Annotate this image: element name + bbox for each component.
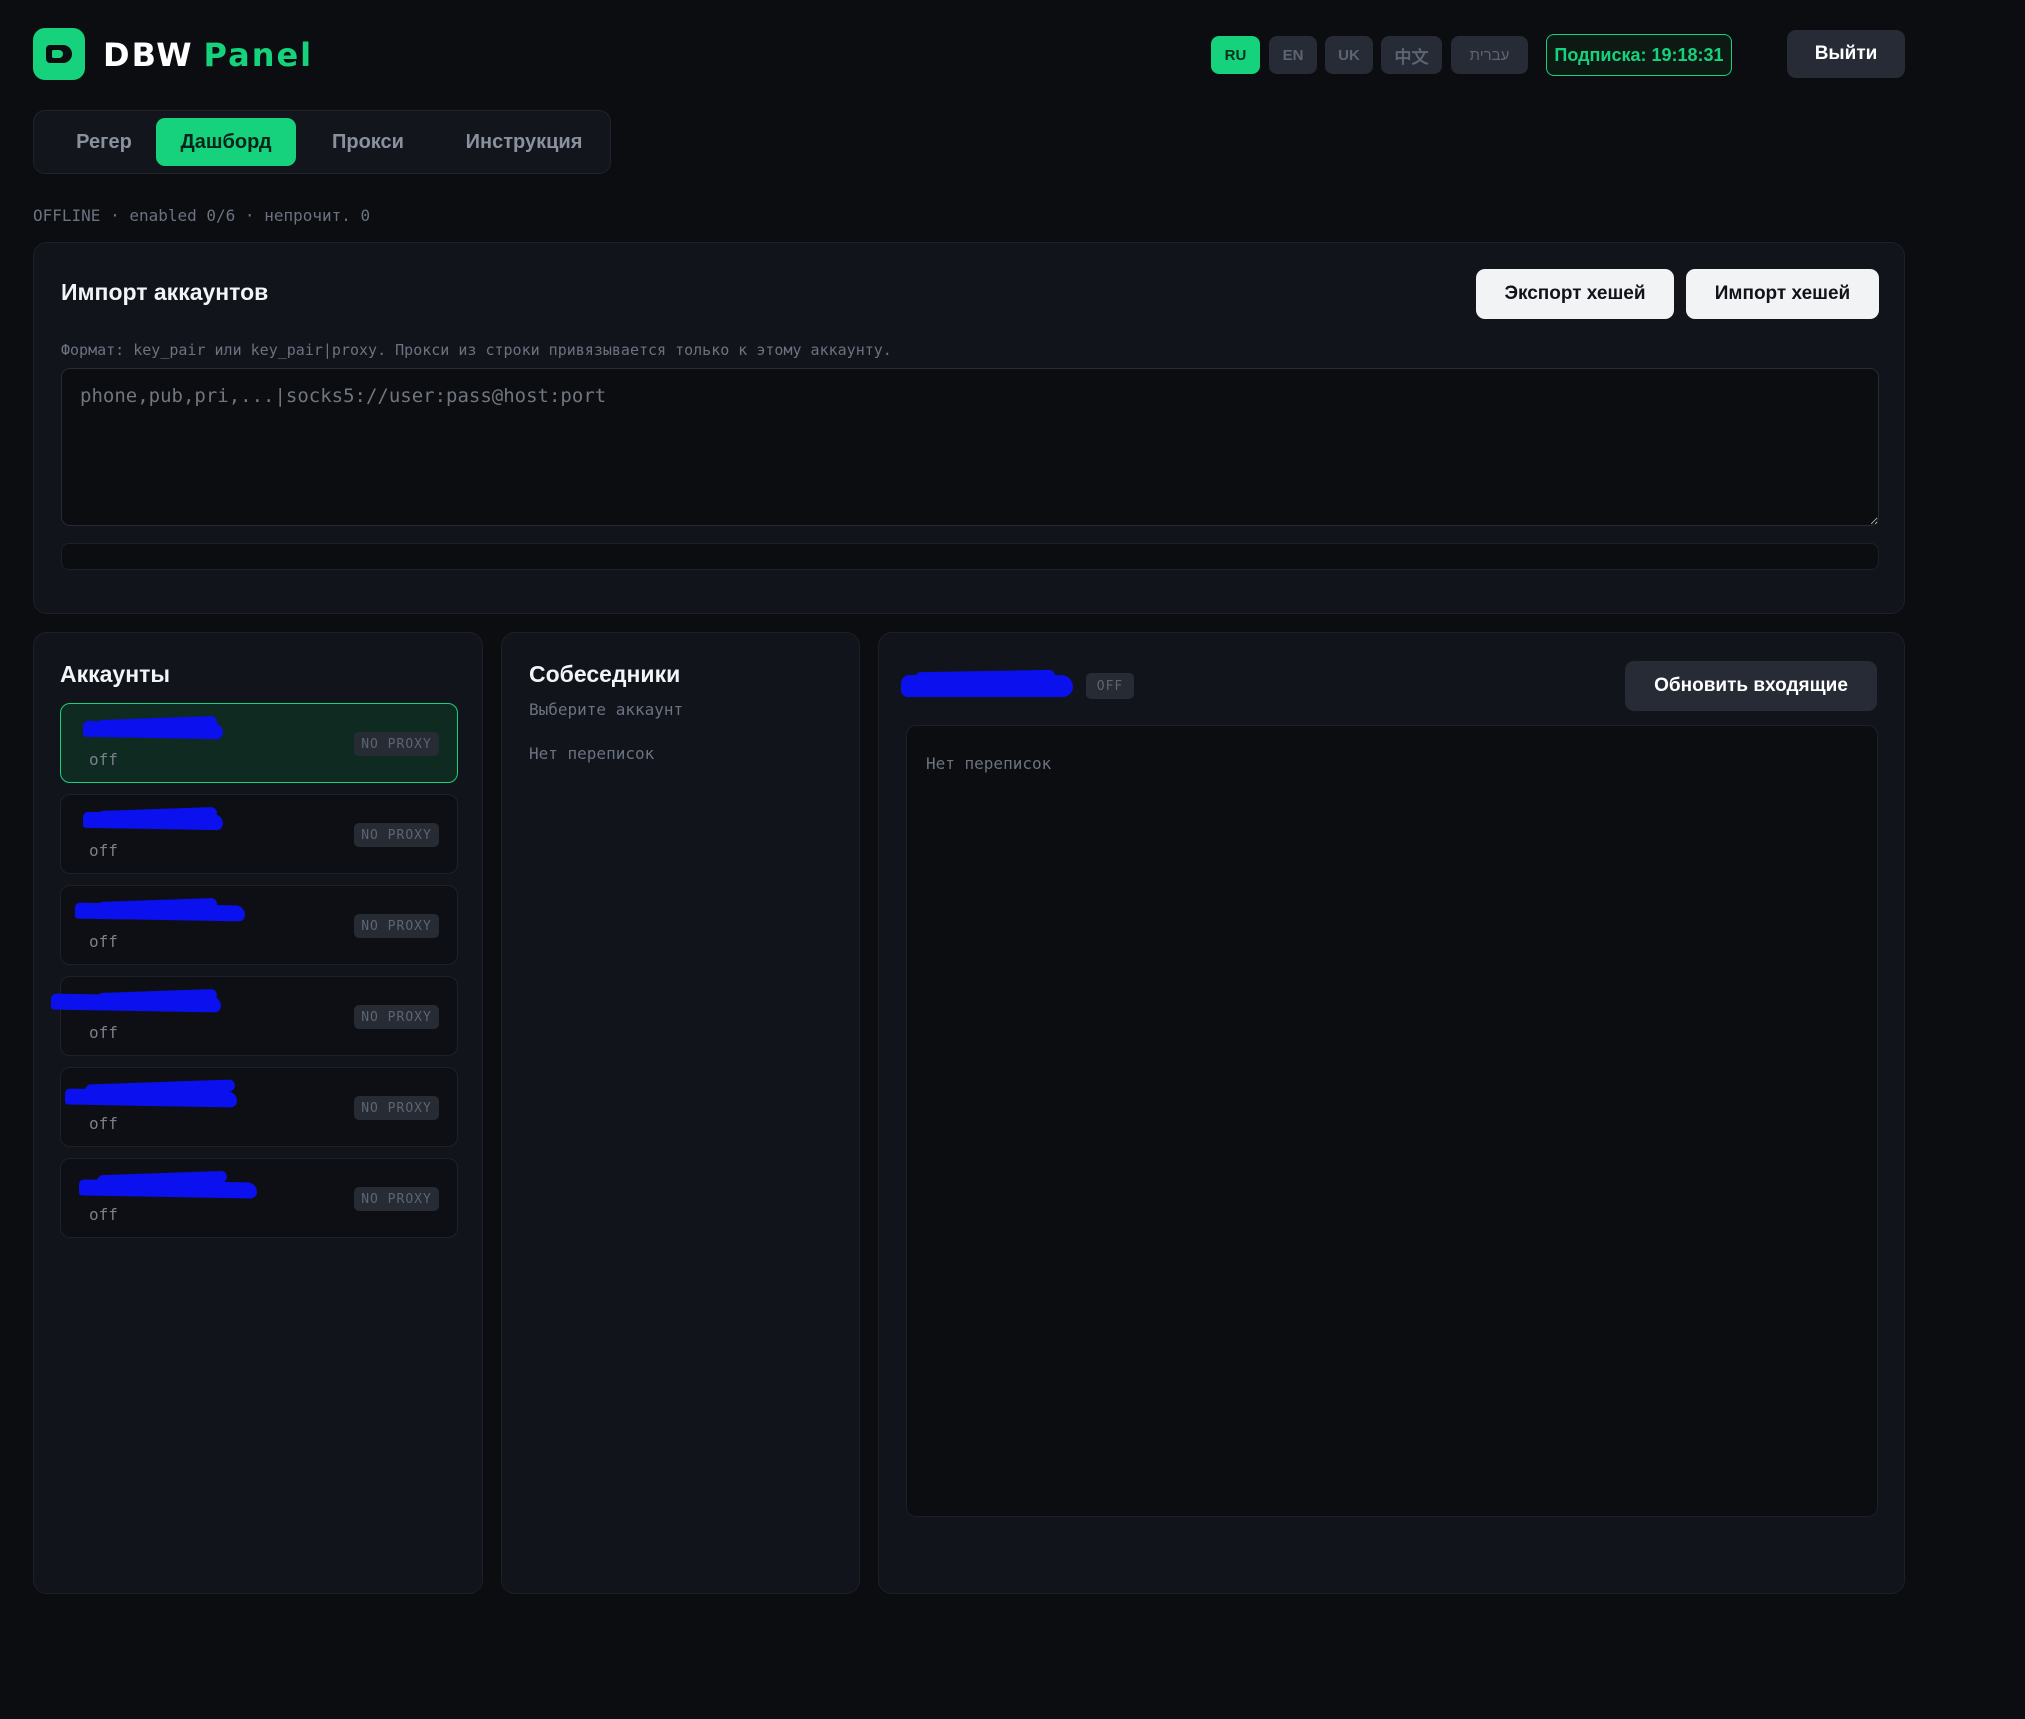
import-hashes-button[interactable]: Импорт хешей xyxy=(1686,269,1879,319)
connection-status: OFFLINE · enabled 0/6 · непрочит. 0 xyxy=(33,206,371,225)
proxy-badge: NO PROXY xyxy=(354,1096,439,1120)
lang-button-ru[interactable]: RU xyxy=(1211,36,1260,74)
chat-status-badge: OFF xyxy=(1086,673,1134,699)
tab-reger[interactable]: Регер xyxy=(44,118,164,166)
tab-proxies[interactable]: Прокси xyxy=(306,118,430,166)
brand-primary: DBW xyxy=(103,36,194,74)
tab-instructions[interactable]: Инструкция xyxy=(442,118,606,166)
account-phone-redacted xyxy=(82,806,224,833)
account-state: off xyxy=(89,932,118,951)
logo-icon xyxy=(33,28,85,80)
proxy-badge: NO PROXY xyxy=(354,732,439,756)
main-tabs: Регер Дашборд Прокси Инструкция xyxy=(33,110,611,174)
subscription-badge: Подписка: 19:18:31 xyxy=(1546,34,1732,76)
lang-button-uk[interactable]: UK xyxy=(1325,36,1373,74)
chat-messages-area: Нет переписок xyxy=(906,725,1878,1517)
chat-empty: Нет переписок xyxy=(926,754,1052,773)
account-phone-redacted xyxy=(74,897,246,924)
brand-title: DBW Panel xyxy=(103,36,313,74)
account-card[interactable]: off NO PROXY xyxy=(60,1158,458,1238)
import-progress-bar xyxy=(61,543,1879,570)
account-state: off xyxy=(89,750,118,769)
contacts-title: Собеседники xyxy=(529,661,681,687)
refresh-inbox-button[interactable]: Обновить входящие xyxy=(1625,661,1877,711)
account-phone-redacted xyxy=(82,715,224,742)
account-phone-redacted xyxy=(50,988,222,1015)
account-state: off xyxy=(89,1114,118,1133)
tab-dashboard[interactable]: Дашборд xyxy=(156,118,296,166)
import-textarea[interactable] xyxy=(61,368,1879,526)
contacts-subtitle: Выберите аккаунт xyxy=(529,700,684,719)
accounts-panel: Аккаунты off NO PROXY off NO PROXY off N… xyxy=(33,632,483,1594)
logout-button[interactable]: Выйти xyxy=(1787,30,1905,78)
accounts-title: Аккаунты xyxy=(60,661,171,687)
account-card[interactable]: off NO PROXY xyxy=(50,976,458,1056)
contacts-empty: Нет переписок xyxy=(529,744,655,763)
lang-button-en[interactable]: EN xyxy=(1269,36,1317,74)
proxy-badge: NO PROXY xyxy=(354,1187,439,1211)
import-title: Импорт аккаунтов xyxy=(61,279,269,305)
proxy-badge: NO PROXY xyxy=(354,1005,439,1029)
account-card[interactable]: off NO PROXY xyxy=(60,703,458,783)
chat-panel: OFF Обновить входящие Нет переписок xyxy=(878,632,1905,1594)
contacts-panel: Собеседники Выберите аккаунт Нет перепис… xyxy=(501,632,860,1594)
account-phone-redacted xyxy=(78,1170,258,1199)
account-state: off xyxy=(89,841,118,860)
export-hashes-button[interactable]: Экспорт хешей xyxy=(1476,269,1674,319)
account-phone-redacted xyxy=(64,1079,238,1108)
account-state: off xyxy=(89,1205,118,1224)
import-format-hint: Формат: key_pair или key_pair|proxy. Про… xyxy=(61,341,892,359)
brand-secondary: Panel xyxy=(203,36,314,74)
account-state: off xyxy=(89,1023,118,1042)
account-card[interactable]: off NO PROXY xyxy=(60,794,458,874)
account-card[interactable]: off NO PROXY xyxy=(60,885,458,965)
import-panel: Импорт аккаунтов Экспорт хешей Импорт хе… xyxy=(33,242,1905,614)
app-header: DBW Panel RU EN UK 中文 עברית Подписка: 19:… xyxy=(33,28,1905,80)
account-card[interactable]: off NO PROXY xyxy=(60,1067,458,1147)
chat-title-redacted xyxy=(901,669,1073,699)
lang-button-he[interactable]: עברית xyxy=(1451,36,1528,74)
lang-button-zh[interactable]: 中文 xyxy=(1381,36,1442,74)
proxy-badge: NO PROXY xyxy=(354,823,439,847)
proxy-badge: NO PROXY xyxy=(354,914,439,938)
